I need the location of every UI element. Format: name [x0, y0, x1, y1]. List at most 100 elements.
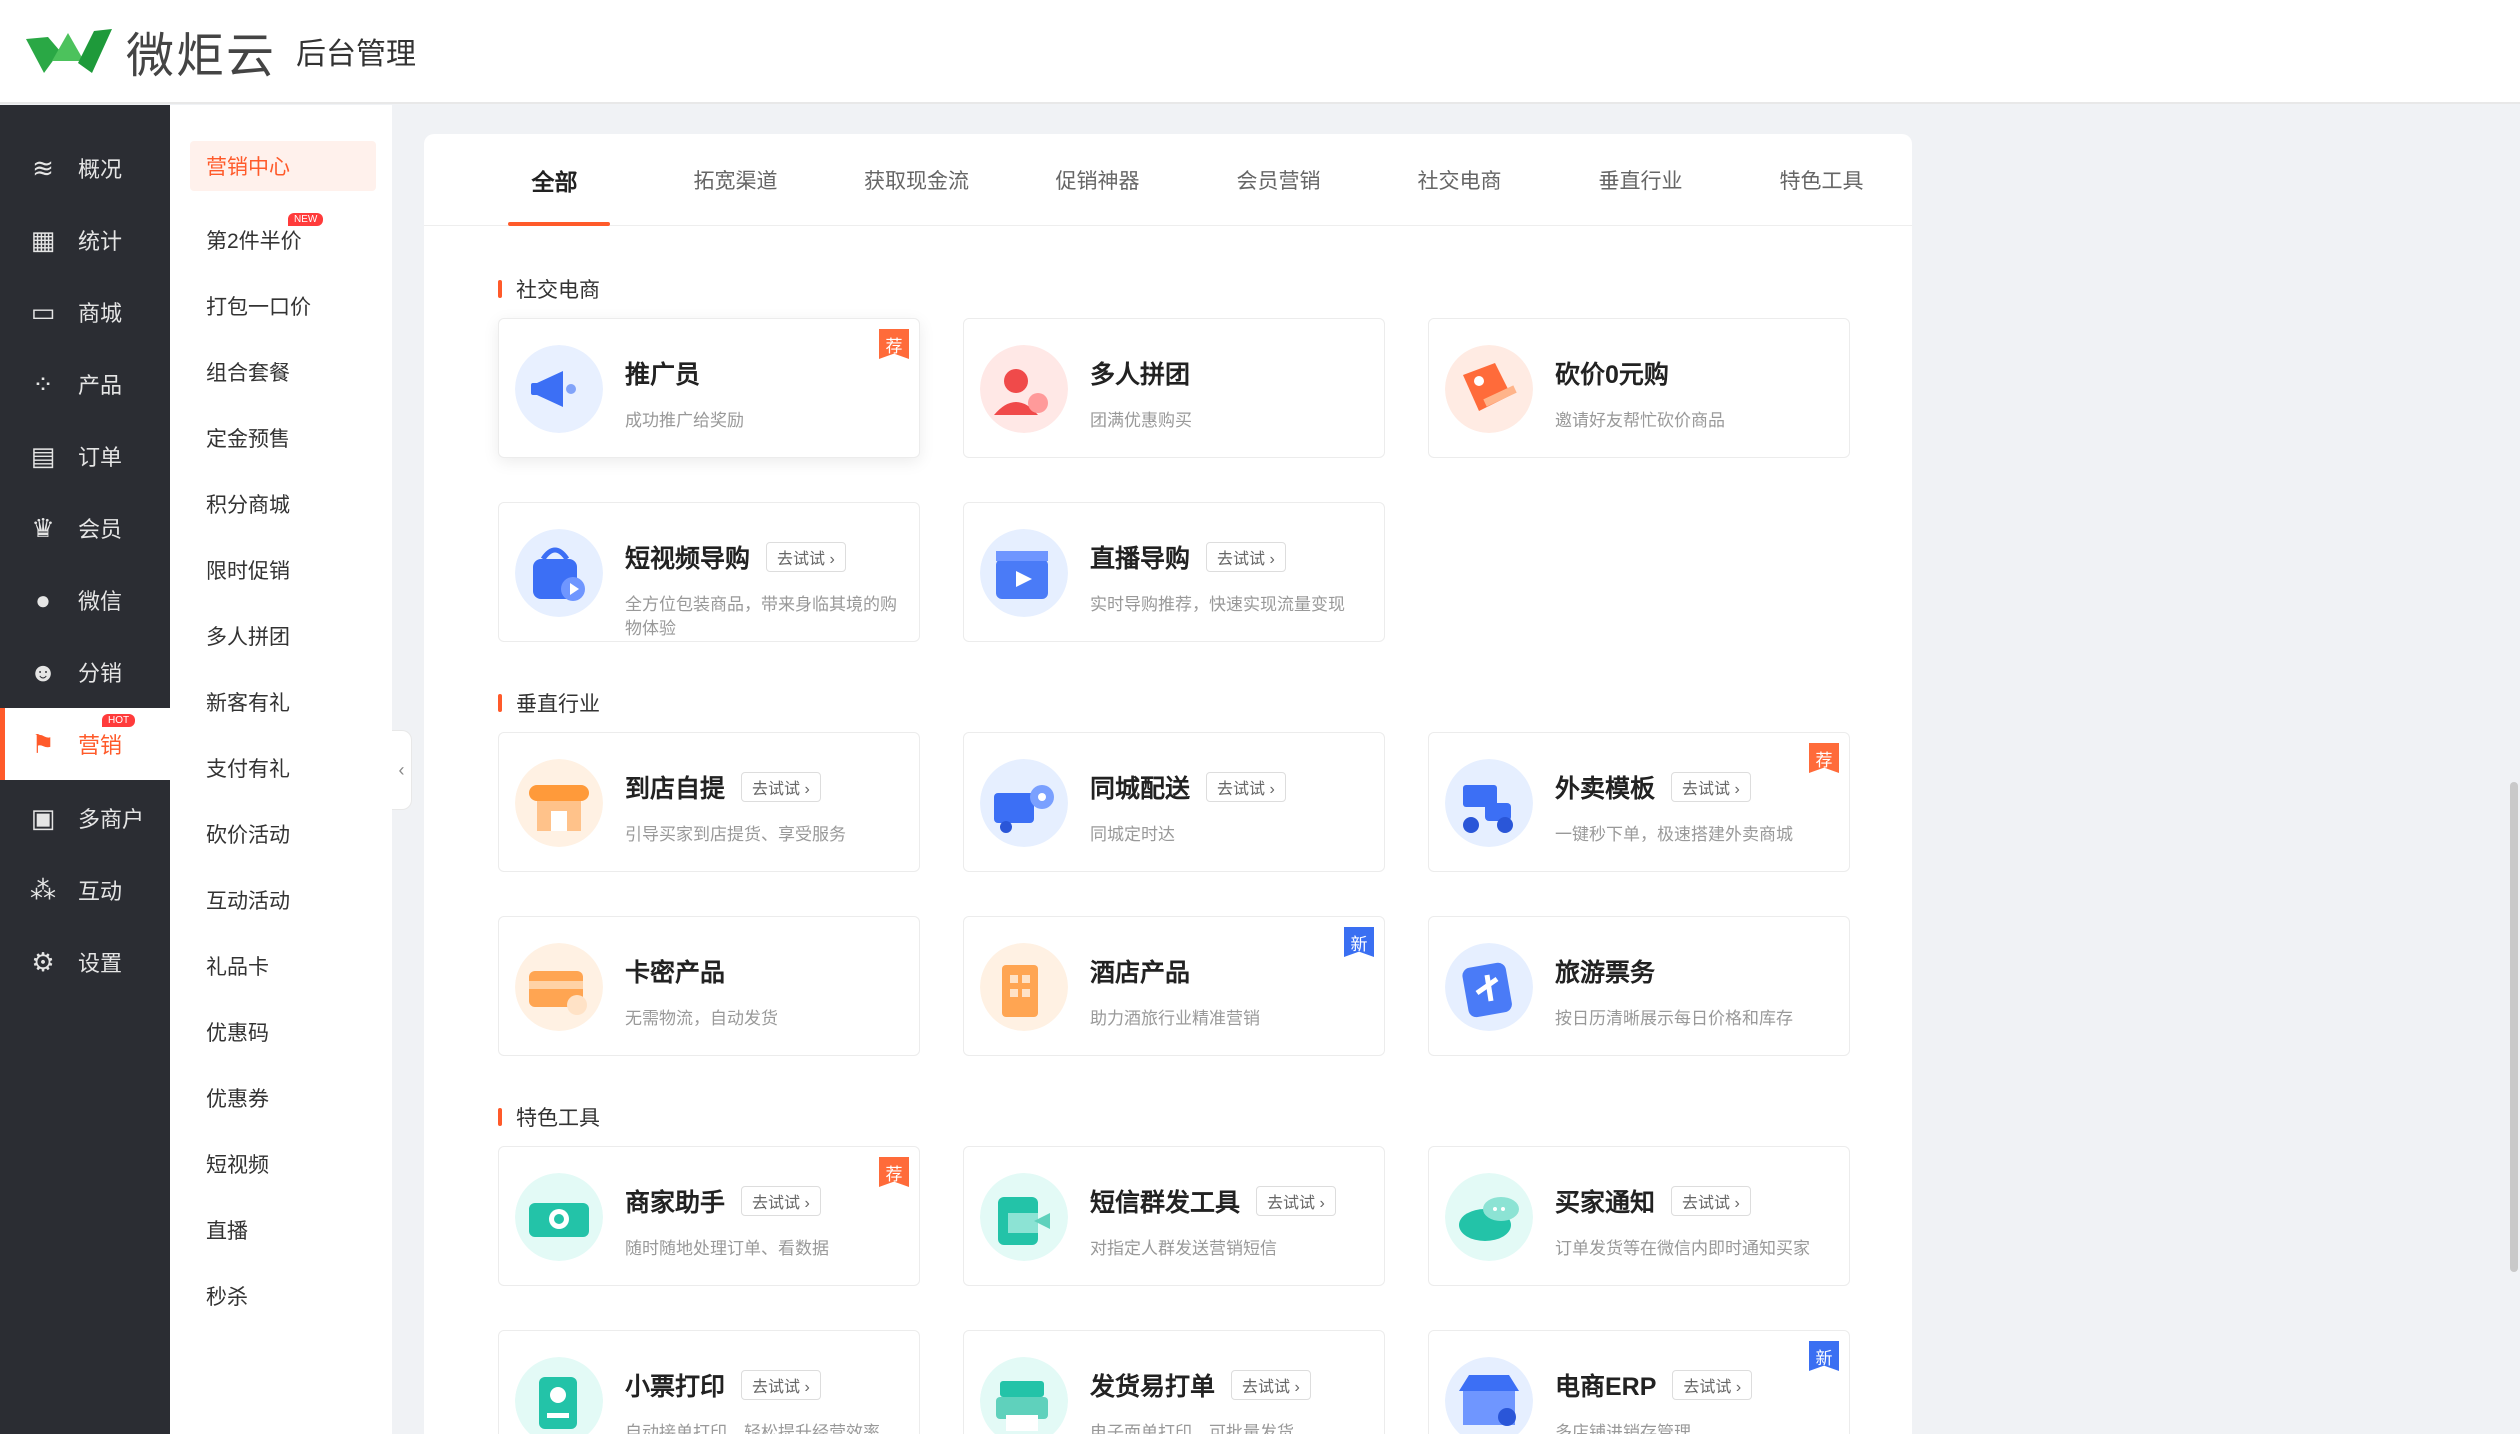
- subnav-item-11[interactable]: 互动活动: [170, 867, 392, 933]
- feature-card[interactable]: 小票打印 去试试 › 自动接单打印，轻松提升经营效率: [498, 1330, 920, 1434]
- feature-title: 砍价0元购: [1555, 361, 1669, 389]
- grid-icon: ⁘: [32, 368, 54, 399]
- subnav-item-0[interactable]: 营销中心: [190, 141, 376, 191]
- nav-item-7[interactable]: ☻ 分销: [0, 636, 170, 708]
- tab-5[interactable]: 社交电商: [1369, 134, 1550, 226]
- subnav-item-2[interactable]: 打包一口价: [170, 273, 392, 339]
- feature-icon: [515, 529, 603, 617]
- feature-card[interactable]: 推广员 成功推广给奖励荐: [498, 318, 920, 458]
- subnav-item-10[interactable]: 砍价活动: [170, 801, 392, 867]
- subnav-item-15[interactable]: 短视频: [170, 1131, 392, 1197]
- collapse-sidebar-button[interactable]: ‹: [392, 730, 412, 810]
- tab-7[interactable]: 特色工具: [1731, 134, 1912, 226]
- try-button[interactable]: 去试试 ›: [741, 1186, 821, 1216]
- feature-icon: [1445, 1173, 1533, 1261]
- order-icon: ▤: [30, 440, 56, 471]
- nav-item-6[interactable]: ● 微信: [0, 564, 170, 636]
- feature-title: 买家通知: [1555, 1189, 1656, 1217]
- try-button[interactable]: 去试试 ›: [741, 772, 821, 802]
- nav-item-0[interactable]: ≋ 概况: [0, 132, 170, 204]
- subnav-item-1[interactable]: 第2件半价 NEW: [170, 207, 392, 273]
- feature-card[interactable]: 短视频导购 去试试 › 全方位包装商品，带来身临其境的购物体验: [498, 502, 920, 642]
- feature-card[interactable]: 商家助手 去试试 › 随时随地处理订单、看数据荐: [498, 1146, 920, 1286]
- nav-item-2[interactable]: ▭ 商城: [0, 276, 170, 348]
- subnav-item-label: 礼品卡: [206, 956, 269, 979]
- try-button[interactable]: 去试试 ›: [1671, 772, 1751, 802]
- try-button[interactable]: 去试试 ›: [766, 542, 846, 572]
- nav-item-3[interactable]: ⁘ 产品: [0, 348, 170, 420]
- subnav-item-13[interactable]: 优惠码: [170, 999, 392, 1065]
- nav-item-11[interactable]: ⚙ 设置: [0, 926, 170, 998]
- feature-card-body: 商家助手 去试试 › 随时随地处理订单、看数据: [625, 1171, 903, 1261]
- feature-icon: [1445, 1357, 1533, 1434]
- feature-card[interactable]: 卡密产品 无需物流，自动发货: [498, 916, 920, 1056]
- feature-card[interactable]: 到店自提 去试试 › 引导买家到店提货、享受服务: [498, 732, 920, 872]
- feature-title: 旅游票务: [1555, 959, 1656, 987]
- subnav-item-16[interactable]: 直播: [170, 1197, 392, 1263]
- nav-item-label: 产品: [78, 373, 123, 398]
- subnav-item-3[interactable]: 组合套餐: [170, 339, 392, 405]
- nav-item-10[interactable]: ⁂ 互动: [0, 854, 170, 926]
- nav-item-label: 商城: [78, 301, 123, 326]
- feature-card[interactable]: 发货易打单 去试试 › 电子面单打印，可批量发货: [963, 1330, 1385, 1434]
- nav-item-label: 分销: [78, 661, 123, 686]
- nav-item-8[interactable]: ⚑ 营销 HOT: [0, 708, 170, 780]
- feature-card[interactable]: 多人拼团 团满优惠购买: [963, 318, 1385, 458]
- tab-1[interactable]: 拓宽渠道: [645, 134, 826, 226]
- subnav-item-12[interactable]: 礼品卡: [170, 933, 392, 999]
- feature-card-head: 小票打印 去试试 ›: [625, 1367, 903, 1403]
- feature-card[interactable]: 短信群发工具 去试试 › 对指定人群发送营销短信: [963, 1146, 1385, 1286]
- nav-item-4[interactable]: ▤ 订单: [0, 420, 170, 492]
- feature-description: 按日历清晰展示每日价格和库存: [1555, 1009, 1793, 1028]
- layers-icon: ≋: [32, 152, 54, 183]
- feature-card-head: 旅游票务: [1555, 953, 1833, 989]
- feature-card[interactable]: 酒店产品 助力酒旅行业精准营销新: [963, 916, 1385, 1056]
- subnav-item-14[interactable]: 优惠券: [170, 1065, 392, 1131]
- subnav-item-17[interactable]: 秒杀: [170, 1263, 392, 1329]
- try-button[interactable]: 去试试 ›: [1672, 1370, 1753, 1400]
- subnav-item-7[interactable]: 多人拼团: [170, 603, 392, 669]
- feature-card[interactable]: 直播导购 去试试 › 实时导购推荐，快速实现流量变现: [963, 502, 1385, 642]
- feature-icon: [515, 1357, 603, 1434]
- tab-3[interactable]: 促销神器: [1007, 134, 1188, 226]
- tab-2[interactable]: 获取现金流: [826, 134, 1007, 226]
- nav-item-5[interactable]: ♛ 会员: [0, 492, 170, 564]
- subnav-item-label: 积分商城: [206, 494, 290, 517]
- try-button[interactable]: 去试试 ›: [1671, 1186, 1751, 1216]
- feature-title: 推广员: [625, 361, 701, 389]
- try-button[interactable]: 去试试 ›: [1256, 1186, 1336, 1216]
- feature-icon: [980, 1173, 1068, 1261]
- subnav-item-label: 短视频: [206, 1154, 269, 1177]
- subnav-item-9[interactable]: 支付有礼: [170, 735, 392, 801]
- subnav-item-label: 定金预售: [206, 428, 290, 451]
- try-button[interactable]: 去试试 ›: [741, 1370, 821, 1400]
- feature-title: 外卖模板: [1555, 775, 1656, 803]
- try-button[interactable]: 去试试 ›: [1206, 542, 1286, 572]
- tab-0[interactable]: 全部: [464, 134, 645, 226]
- try-button[interactable]: 去试试 ›: [1231, 1370, 1311, 1400]
- page-scrollbar[interactable]: [2510, 782, 2518, 1272]
- feature-card[interactable]: 旅游票务按日历清晰展示每日价格和库存: [1428, 916, 1850, 1056]
- tab-6[interactable]: 垂直行业: [1550, 134, 1731, 226]
- feature-card[interactable]: 电商ERP 去试试 › 多店铺进销存管理新: [1428, 1330, 1850, 1434]
- try-button[interactable]: 去试试 ›: [1206, 772, 1286, 802]
- feature-title: 同城配送: [1090, 775, 1191, 803]
- feature-title: 短信群发工具: [1090, 1189, 1241, 1217]
- feature-card[interactable]: 同城配送 去试试 › 同城定时达: [963, 732, 1385, 872]
- subnav-item-8[interactable]: 新客有礼: [170, 669, 392, 735]
- feature-card[interactable]: 砍价0元购 邀请好友帮忙砍价商品: [1428, 318, 1850, 458]
- feature-title: 酒店产品: [1090, 959, 1191, 987]
- feature-card[interactable]: 买家通知 去试试 › 订单发货等在微信内即时通知买家: [1428, 1146, 1850, 1286]
- feature-description: 一键秒下单，极速搭建外卖商城: [1555, 825, 1793, 844]
- feature-card-body: 卡密产品 无需物流，自动发货: [625, 941, 903, 1031]
- feature-card[interactable]: 外卖模板 去试试 › 一键秒下单，极速搭建外卖商城荐: [1428, 732, 1850, 872]
- nav-item-1[interactable]: ▦ 统计: [0, 204, 170, 276]
- subnav-item-5[interactable]: 积分商城: [170, 471, 392, 537]
- gear-icon: ⚙: [31, 946, 55, 977]
- nav-item-label: 互动: [78, 879, 123, 904]
- nav-item-9[interactable]: ▣ 多商户: [0, 782, 170, 854]
- tab-4[interactable]: 会员营销: [1188, 134, 1369, 226]
- subnav-item-6[interactable]: 限时促销: [170, 537, 392, 603]
- subnav-item-4[interactable]: 定金预售: [170, 405, 392, 471]
- feature-card-body: 推广员 成功推广给奖励: [625, 343, 903, 433]
